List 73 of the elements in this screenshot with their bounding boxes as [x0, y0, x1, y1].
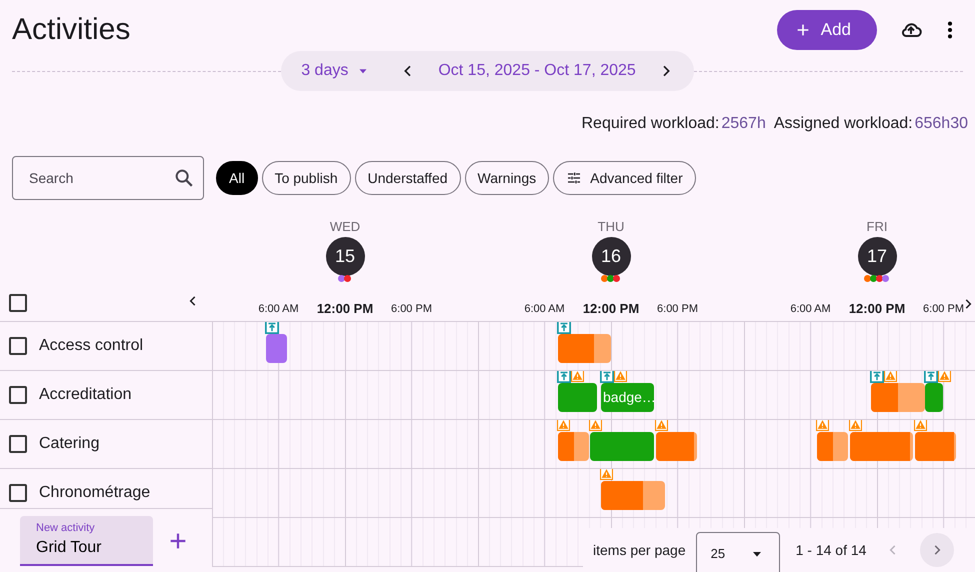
workload-value: 656h30 [914, 114, 968, 134]
workload-label: Assigned workload: [774, 114, 913, 134]
search-field[interactable]: Search [12, 156, 204, 200]
activity-bar[interactable] [558, 334, 611, 363]
activity-name: Access control [39, 336, 144, 356]
warning-icon [914, 420, 927, 431]
time-label: 6:00 AM [524, 302, 565, 317]
activity-name: Chronométrage [39, 483, 150, 503]
filter-chip[interactable]: Advanced filter [553, 161, 696, 195]
range-dropdown[interactable]: 3 days [295, 59, 376, 83]
filter-chip[interactable]: Warnings [464, 161, 550, 195]
field-label: New activity [36, 520, 96, 536]
plus-icon [794, 22, 811, 38]
filter-chip[interactable]: Understaffed [354, 161, 461, 195]
upload-icon [265, 322, 279, 334]
day-number[interactable]: 17 [858, 237, 896, 276]
activity-name: Catering [39, 434, 100, 454]
workload-label: Required workload: [582, 114, 720, 134]
warning-icon [557, 420, 570, 431]
activity-bar[interactable] [601, 481, 665, 510]
time-label: 6:00 PM [657, 302, 698, 317]
upload-icon [600, 371, 614, 383]
bar-label: badge… [603, 389, 656, 405]
items-per-page-label: items per page [593, 540, 686, 560]
activity-bar[interactable] [558, 432, 589, 461]
row-checkbox[interactable] [9, 484, 27, 502]
day-number[interactable]: 16 [592, 237, 630, 276]
search-input[interactable]: Search [27, 166, 173, 190]
upload-icon [924, 371, 938, 383]
activity-bar[interactable] [817, 432, 848, 461]
add-button[interactable]: Add [776, 10, 877, 50]
page-size-select[interactable]: 25 [696, 532, 780, 572]
warning-icon [849, 420, 862, 431]
upload-icon [870, 371, 884, 383]
time-label: 6:00 AM [790, 302, 831, 317]
warning-icon [816, 420, 829, 431]
weekday-label: WED [330, 219, 360, 235]
time-label: 6:00 AM [258, 302, 299, 317]
sliders-icon [566, 170, 582, 186]
date-range[interactable]: Oct 15, 2025 - Oct 17, 2025 [432, 59, 642, 83]
activity-bar[interactable] [266, 334, 287, 363]
filter-chip[interactable]: To publish [262, 161, 351, 195]
activity-bar[interactable] [871, 383, 925, 412]
warning-icon [655, 420, 668, 431]
weekday-label: THU [598, 219, 624, 235]
filter-chip[interactable]: All [216, 161, 258, 195]
search-icon [173, 167, 195, 189]
weekday-label: FRI [866, 219, 888, 235]
upload-icon [557, 371, 571, 383]
time-label: 6:00 PM [923, 302, 964, 317]
new-activity-field[interactable]: New activity Grid Tour [20, 516, 153, 566]
page-title: Activities [12, 15, 130, 45]
activity-name: Accreditation [39, 385, 132, 405]
activity-bar[interactable] [925, 383, 943, 412]
warning-icon [614, 371, 627, 382]
workload-value: 2567h [721, 114, 766, 134]
row-checkbox[interactable] [9, 435, 27, 453]
row-checkbox[interactable] [9, 337, 27, 355]
warning-icon [589, 420, 602, 431]
warning-icon [884, 371, 897, 382]
row-checkbox[interactable] [9, 386, 27, 404]
select-all-checkbox[interactable] [9, 294, 27, 312]
warning-icon [938, 371, 951, 382]
warning-icon [571, 371, 584, 382]
day-number[interactable]: 15 [326, 237, 364, 276]
time-label: 12:00 PM [848, 300, 906, 318]
time-label: 6:00 PM [391, 302, 432, 317]
upload-icon [557, 322, 571, 334]
text-input[interactable]: Grid Tour [36, 536, 137, 560]
time-label: 12:00 PM [316, 300, 374, 318]
page-range: 1 - 14 of 14 [796, 540, 866, 560]
time-label: 12:00 PM [582, 300, 640, 318]
warning-icon [600, 469, 613, 480]
